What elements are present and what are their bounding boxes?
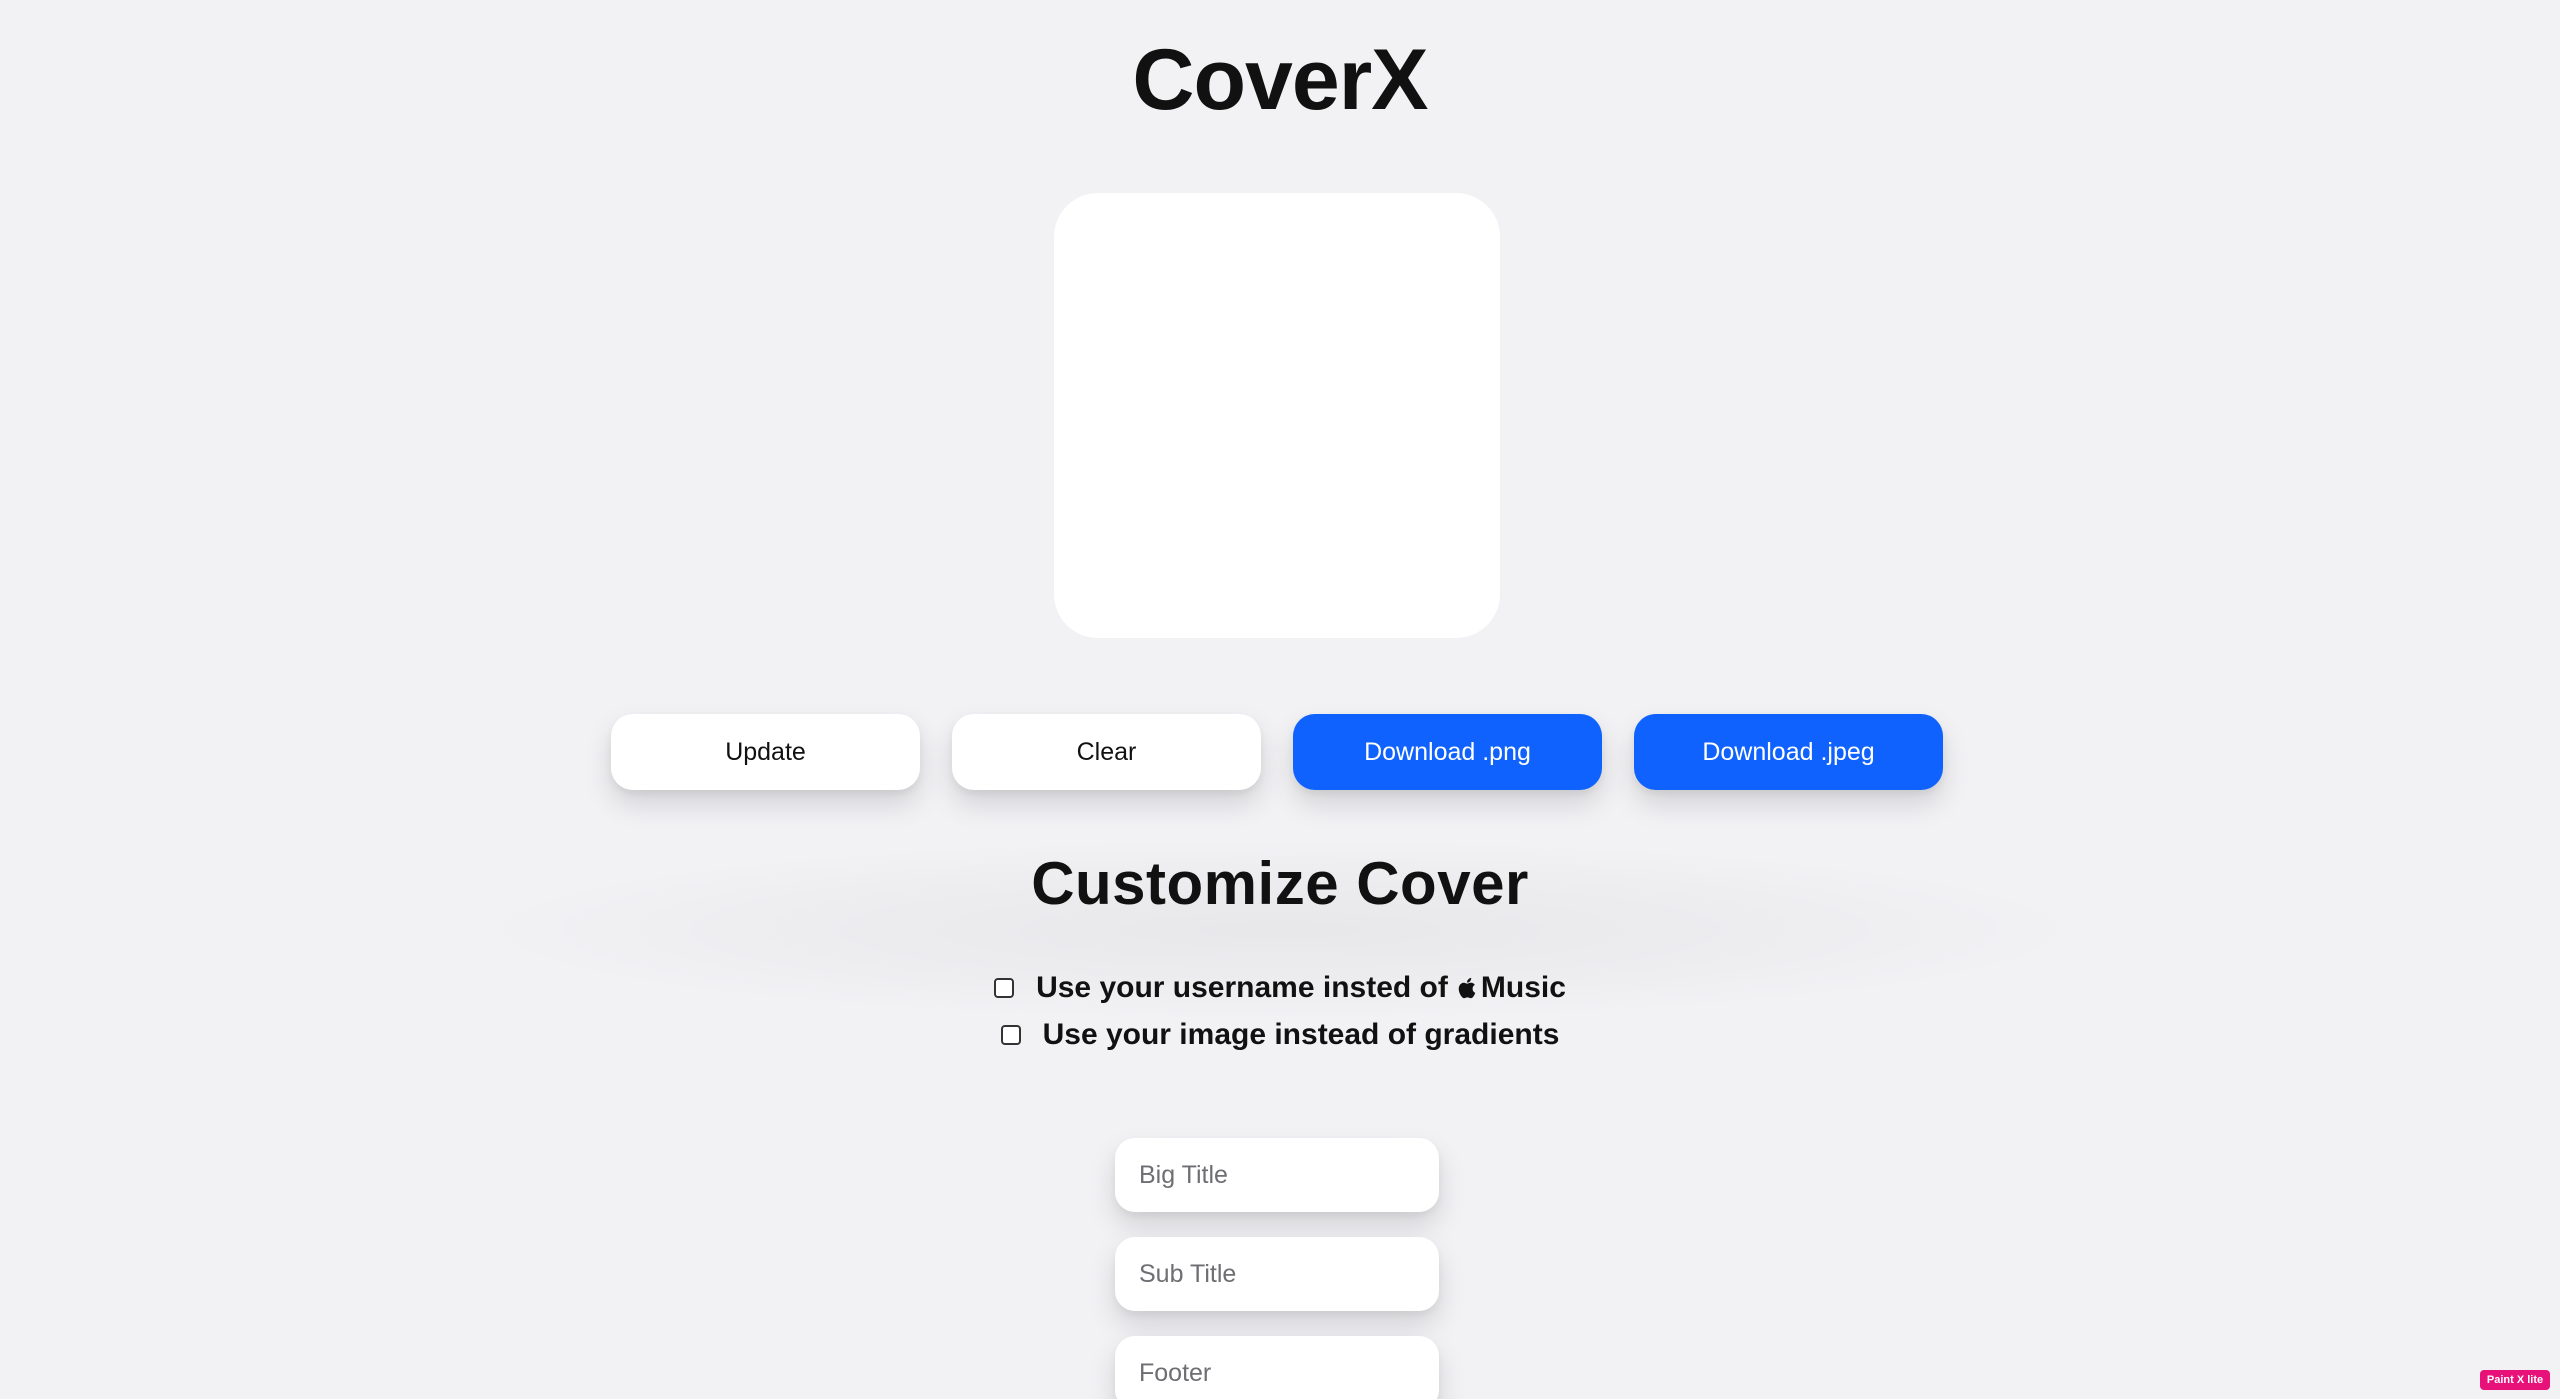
update-button[interactable]: Update <box>611 714 920 790</box>
footer-input[interactable] <box>1115 1336 1439 1399</box>
clear-button[interactable]: Clear <box>952 714 1261 790</box>
cover-preview <box>1054 193 1500 638</box>
action-buttons: Update Clear Download .png Download .jpe… <box>611 714 1943 790</box>
option-username[interactable]: Use your username insted of Music <box>0 968 2560 1008</box>
option-username-label-suffix: Music <box>1480 971 1566 1004</box>
option-image-label: Use your image instead of gradients <box>1042 1018 1560 1051</box>
big-title-input[interactable] <box>1115 1138 1439 1212</box>
username-checkbox[interactable] <box>994 978 1015 998</box>
customize-title: Customize Cover <box>1031 850 1529 917</box>
paint-x-lite-badge[interactable]: Paint X lite <box>2480 1370 2550 1390</box>
download-png-button[interactable]: Download .png <box>1293 714 1602 790</box>
option-image[interactable]: Use your image instead of gradients <box>0 1015 2560 1055</box>
option-username-label: Use your username insted of <box>1036 971 1448 1004</box>
image-checkbox[interactable] <box>1000 1025 1021 1045</box>
sub-title-input[interactable] <box>1115 1237 1439 1311</box>
page: CoverX Update Clear Download .png Downlo… <box>0 0 2560 1399</box>
download-jpeg-button[interactable]: Download .jpeg <box>1634 714 1943 790</box>
app-title: CoverX <box>1132 32 1428 128</box>
apple-logo-icon <box>1458 977 1476 999</box>
